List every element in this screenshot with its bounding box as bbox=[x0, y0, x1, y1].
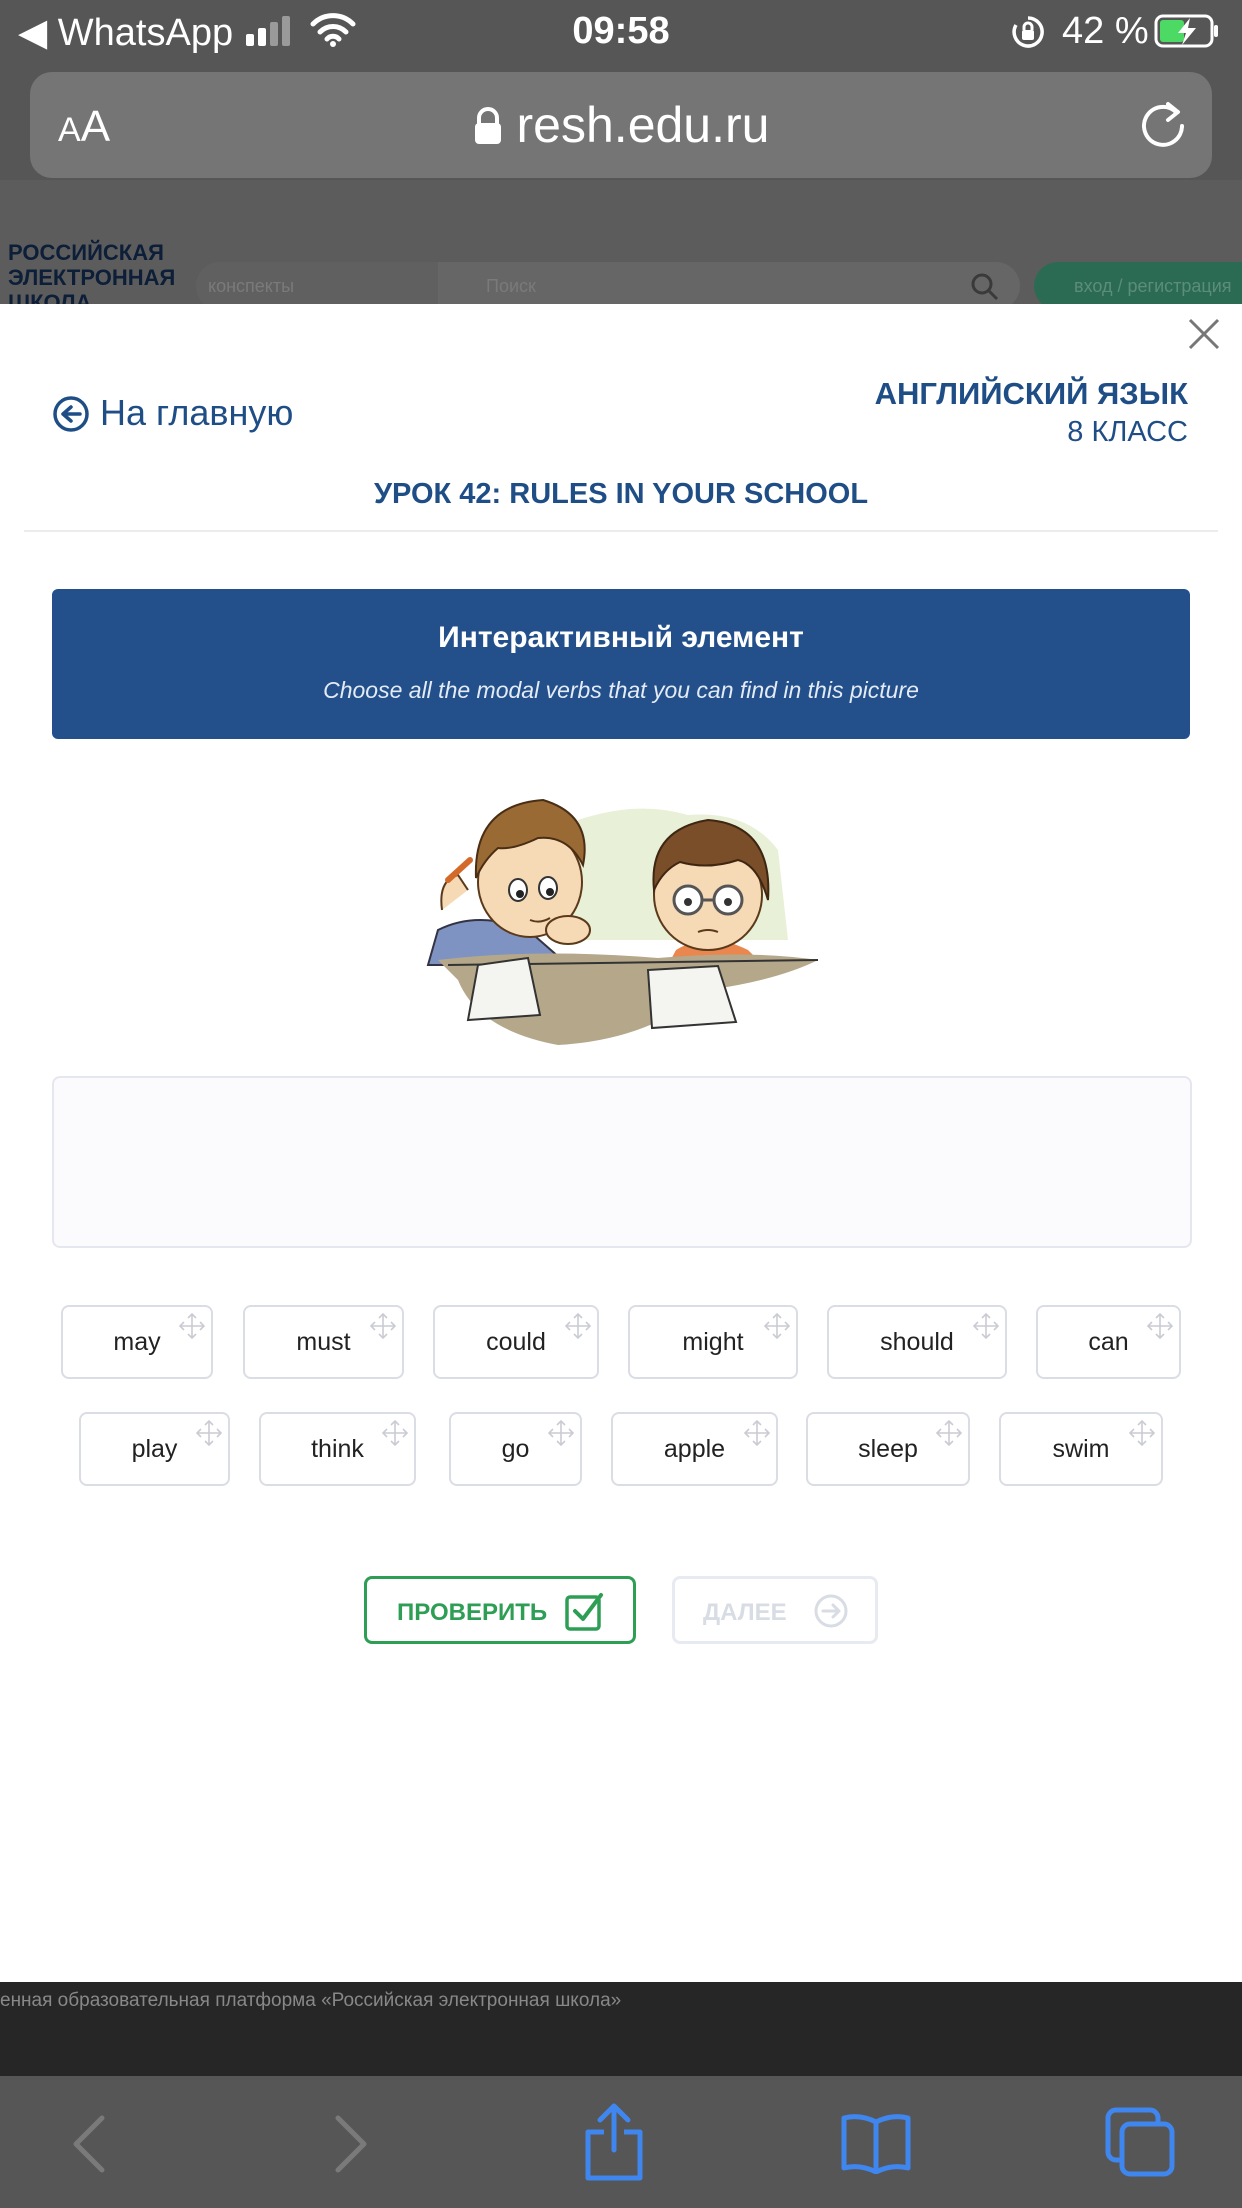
word-label: play bbox=[131, 1434, 178, 1463]
share-icon[interactable] bbox=[582, 2102, 646, 2182]
move-handle-icon bbox=[764, 1313, 790, 1339]
battery-percent: 42 % bbox=[1062, 10, 1149, 52]
word-label: may bbox=[113, 1327, 161, 1356]
battery-icon bbox=[1154, 14, 1218, 48]
address-bar[interactable]: AAAA resh.edu.ru bbox=[30, 72, 1212, 178]
word-chip[interactable]: play bbox=[79, 1412, 230, 1486]
home-link-label: На главную bbox=[100, 392, 294, 433]
move-handle-icon bbox=[744, 1420, 770, 1446]
grade-label: 8 КЛАСС bbox=[1067, 416, 1188, 448]
back-circle-icon bbox=[53, 396, 89, 432]
url-field[interactable]: resh.edu.ru bbox=[30, 96, 1212, 154]
divider bbox=[24, 530, 1218, 532]
check-button[interactable]: ПРОВЕРИТЬ bbox=[364, 1576, 636, 1644]
move-handle-icon bbox=[565, 1313, 591, 1339]
lesson-title: УРОК 42: RULES IN YOUR SCHOOL bbox=[373, 478, 869, 510]
word-label: apple bbox=[663, 1434, 726, 1463]
reload-icon[interactable] bbox=[1136, 98, 1190, 152]
task-banner: Интерактивный элемент Choose all the mod… bbox=[52, 589, 1190, 739]
check-button-label: ПРОВЕРИТЬ bbox=[397, 1599, 548, 1626]
move-handle-icon bbox=[196, 1420, 222, 1446]
orientation-lock-icon bbox=[1012, 16, 1044, 48]
close-icon[interactable] bbox=[1186, 316, 1222, 352]
word-chip[interactable]: swim bbox=[999, 1412, 1163, 1486]
word-chip[interactable]: sleep bbox=[806, 1412, 970, 1486]
lock-icon bbox=[474, 107, 501, 144]
arrow-right-circle-icon bbox=[814, 1594, 848, 1628]
back-arrow-icon[interactable] bbox=[70, 2114, 110, 2174]
word-chip[interactable]: must bbox=[243, 1305, 404, 1379]
status-bar: ◀ WhatsApp 09:58 42 % bbox=[0, 0, 1242, 62]
word-chip[interactable]: go bbox=[449, 1412, 582, 1486]
word-chip[interactable]: apple bbox=[611, 1412, 778, 1486]
move-handle-icon bbox=[1147, 1313, 1173, 1339]
word-label: should bbox=[880, 1327, 954, 1356]
url-text: resh.edu.ru bbox=[516, 97, 770, 153]
move-handle-icon bbox=[382, 1420, 408, 1446]
word-chip[interactable]: may bbox=[61, 1305, 213, 1379]
tabs-icon[interactable] bbox=[1104, 2106, 1176, 2178]
next-button-label: ДАЛЕЕ bbox=[703, 1599, 787, 1626]
clock: 09:58 bbox=[572, 10, 670, 52]
word-chip[interactable]: should bbox=[827, 1305, 1007, 1379]
move-handle-icon bbox=[179, 1313, 205, 1339]
move-handle-icon bbox=[973, 1313, 999, 1339]
page-footer: енная образовательная платформа «Российс… bbox=[0, 1982, 1242, 2076]
students-illustration bbox=[426, 798, 819, 1045]
background-search-bar: конспекты Поиск bbox=[196, 262, 1020, 310]
word-label: swim bbox=[1052, 1434, 1110, 1463]
word-chip[interactable]: might bbox=[628, 1305, 798, 1379]
banner-title: Интерактивный элемент bbox=[438, 621, 804, 654]
word-label: go bbox=[501, 1434, 530, 1463]
subject-name: АНГЛИЙСКИЙ ЯЗЫК bbox=[874, 376, 1188, 411]
word-label: sleep bbox=[858, 1434, 918, 1463]
footer-text: енная образовательная платформа «Российс… bbox=[0, 1990, 622, 2011]
word-chip[interactable]: can bbox=[1036, 1305, 1181, 1379]
word-chip[interactable]: could bbox=[433, 1305, 599, 1379]
home-link[interactable]: На главную bbox=[52, 392, 293, 434]
forward-arrow-icon[interactable] bbox=[330, 2114, 370, 2174]
word-label: must bbox=[296, 1327, 351, 1356]
browser-toolbar bbox=[0, 2076, 1242, 2208]
word-label: might bbox=[682, 1327, 744, 1356]
next-button[interactable]: ДАЛЕЕ bbox=[672, 1576, 878, 1644]
word-label: think bbox=[311, 1434, 364, 1463]
word-label: could bbox=[486, 1327, 546, 1356]
checkbox-check-icon bbox=[565, 1593, 603, 1631]
answer-drop-zone[interactable] bbox=[52, 1076, 1192, 1248]
word-chip[interactable]: think bbox=[259, 1412, 416, 1486]
search-icon bbox=[971, 273, 999, 301]
word-label: can bbox=[1088, 1327, 1129, 1356]
move-handle-icon bbox=[1129, 1420, 1155, 1446]
background-login-button: вход / регистрация bbox=[1034, 262, 1242, 310]
task-instruction: Choose all the modal verbs that you can … bbox=[323, 677, 919, 703]
move-handle-icon bbox=[370, 1313, 396, 1339]
move-handle-icon bbox=[548, 1420, 574, 1446]
subject-heading: АНГЛИЙСКИЙ ЯЗЫК 8 КЛАСС bbox=[875, 376, 1188, 449]
bookmarks-icon[interactable] bbox=[840, 2110, 912, 2174]
move-handle-icon bbox=[936, 1420, 962, 1446]
